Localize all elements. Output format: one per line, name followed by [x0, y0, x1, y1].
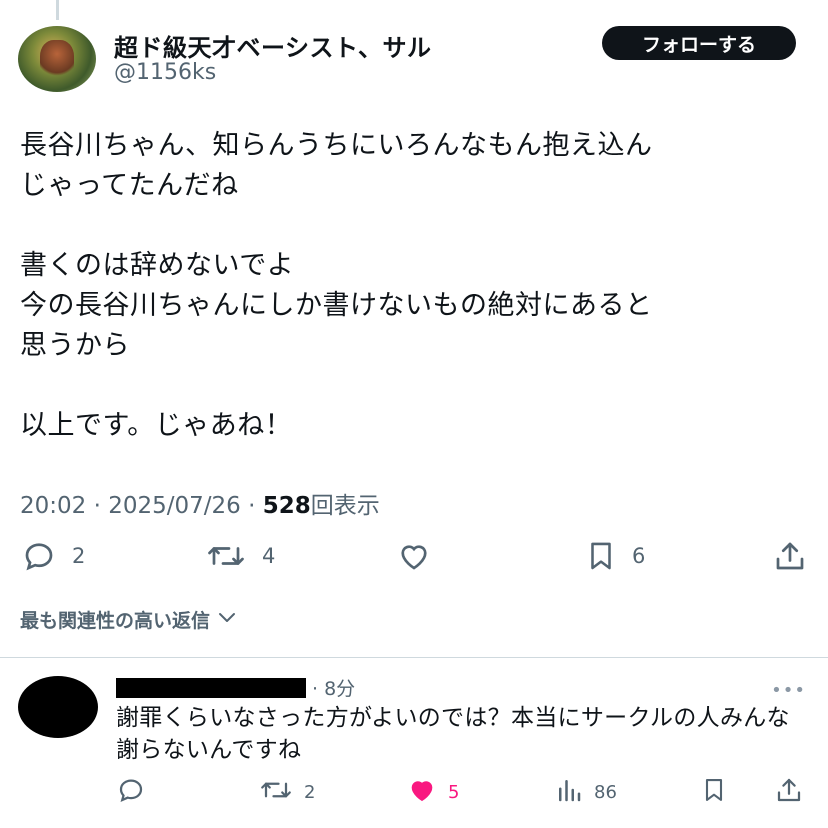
meta-separator: · — [240, 493, 263, 519]
reply-actions: 2 5 86 — [0, 774, 828, 810]
follow-button[interactable]: フォローする — [602, 26, 796, 60]
reply-avatar[interactable] — [18, 676, 98, 738]
share-icon — [774, 775, 804, 810]
tweet-line: 以上です。じゃあね！ — [20, 410, 293, 441]
thread-line — [56, 0, 59, 20]
reply-reply-button[interactable] — [116, 774, 156, 810]
meta-separator: · — [86, 493, 109, 519]
reply-views-button[interactable]: 86 — [554, 774, 617, 810]
tweet-text: 長谷川ちゃん、知らんうちにいろんなもん抱え込ん じゃってたんだね 書くのは辞めな… — [20, 126, 804, 446]
author-row: 超ド級天才ベーシスト、サル @1156ks フォローする — [18, 26, 796, 92]
reply-views-count: 86 — [594, 781, 617, 803]
reply-count: 2 — [72, 544, 86, 568]
like-button[interactable] — [394, 536, 448, 576]
display-name[interactable]: 超ド級天才ベーシスト、サル — [114, 28, 432, 63]
bookmark-icon — [584, 538, 618, 574]
redacted-name — [116, 678, 306, 698]
reply-icon — [116, 775, 146, 810]
reply-retweet-button[interactable]: 2 — [258, 774, 315, 810]
bookmark-count: 6 — [632, 544, 646, 568]
bookmark-button[interactable]: 6 — [584, 536, 645, 576]
views-icon — [554, 775, 584, 810]
tweet-line: 長谷川ちゃん、知らんうちにいろんなもん抱え込ん — [20, 130, 653, 161]
reply-icon — [20, 538, 58, 574]
reply-like-count: 5 — [448, 781, 460, 803]
reply-button[interactable]: 2 — [20, 536, 85, 576]
tweet-actions: 2 4 6 — [0, 536, 828, 580]
retweet-count: 4 — [262, 544, 276, 568]
tweet-meta: 20:02 · 2025/07/26 · 528回表示 — [20, 486, 380, 520]
tweet-time[interactable]: 20:02 — [20, 493, 86, 519]
handle[interactable]: @1156ks — [114, 60, 216, 85]
reply-bookmark-button[interactable] — [700, 774, 728, 810]
retweet-icon — [258, 775, 294, 810]
sort-replies-dropdown[interactable]: 最も関連性の高い返信 — [20, 606, 238, 633]
reply-time[interactable]: · 8分 — [312, 674, 355, 701]
tweet-line: 書くのは辞めないでよ — [20, 250, 295, 281]
avatar[interactable] — [18, 26, 96, 92]
like-icon — [406, 775, 438, 810]
retweet-button[interactable]: 4 — [204, 536, 275, 576]
like-icon — [394, 538, 434, 574]
reply-share-button[interactable] — [774, 774, 804, 810]
tweet-line: 思うから — [20, 330, 130, 361]
reply-item[interactable]: · 8分 ••• 謝罪くらいなさった方がよいのでは？本当にサークルの人みんな謝ら… — [0, 658, 828, 828]
tweet-line: 今の長谷川ちゃんにしか書けないもの絶対にあると — [20, 290, 653, 321]
tweet-date[interactable]: 2025/07/26 — [108, 493, 241, 519]
sort-label: 最も関連性の高い返信 — [20, 610, 211, 632]
retweet-icon — [204, 538, 248, 574]
tweet-line: じゃってたんだね — [20, 170, 239, 201]
more-icon[interactable]: ••• — [771, 680, 806, 701]
bookmark-icon — [700, 775, 728, 810]
views-label: 回表示 — [310, 493, 380, 519]
chevron-down-icon — [216, 608, 238, 631]
reply-like-button[interactable]: 5 — [406, 774, 459, 810]
views-count: 528 — [262, 493, 311, 519]
reply-retweet-count: 2 — [304, 781, 316, 803]
share-button[interactable] — [772, 536, 808, 576]
share-icon — [772, 538, 808, 574]
reply-text: 謝罪くらいなさった方がよいのでは？本当にサークルの人みんな謝らないんですね — [116, 705, 790, 763]
